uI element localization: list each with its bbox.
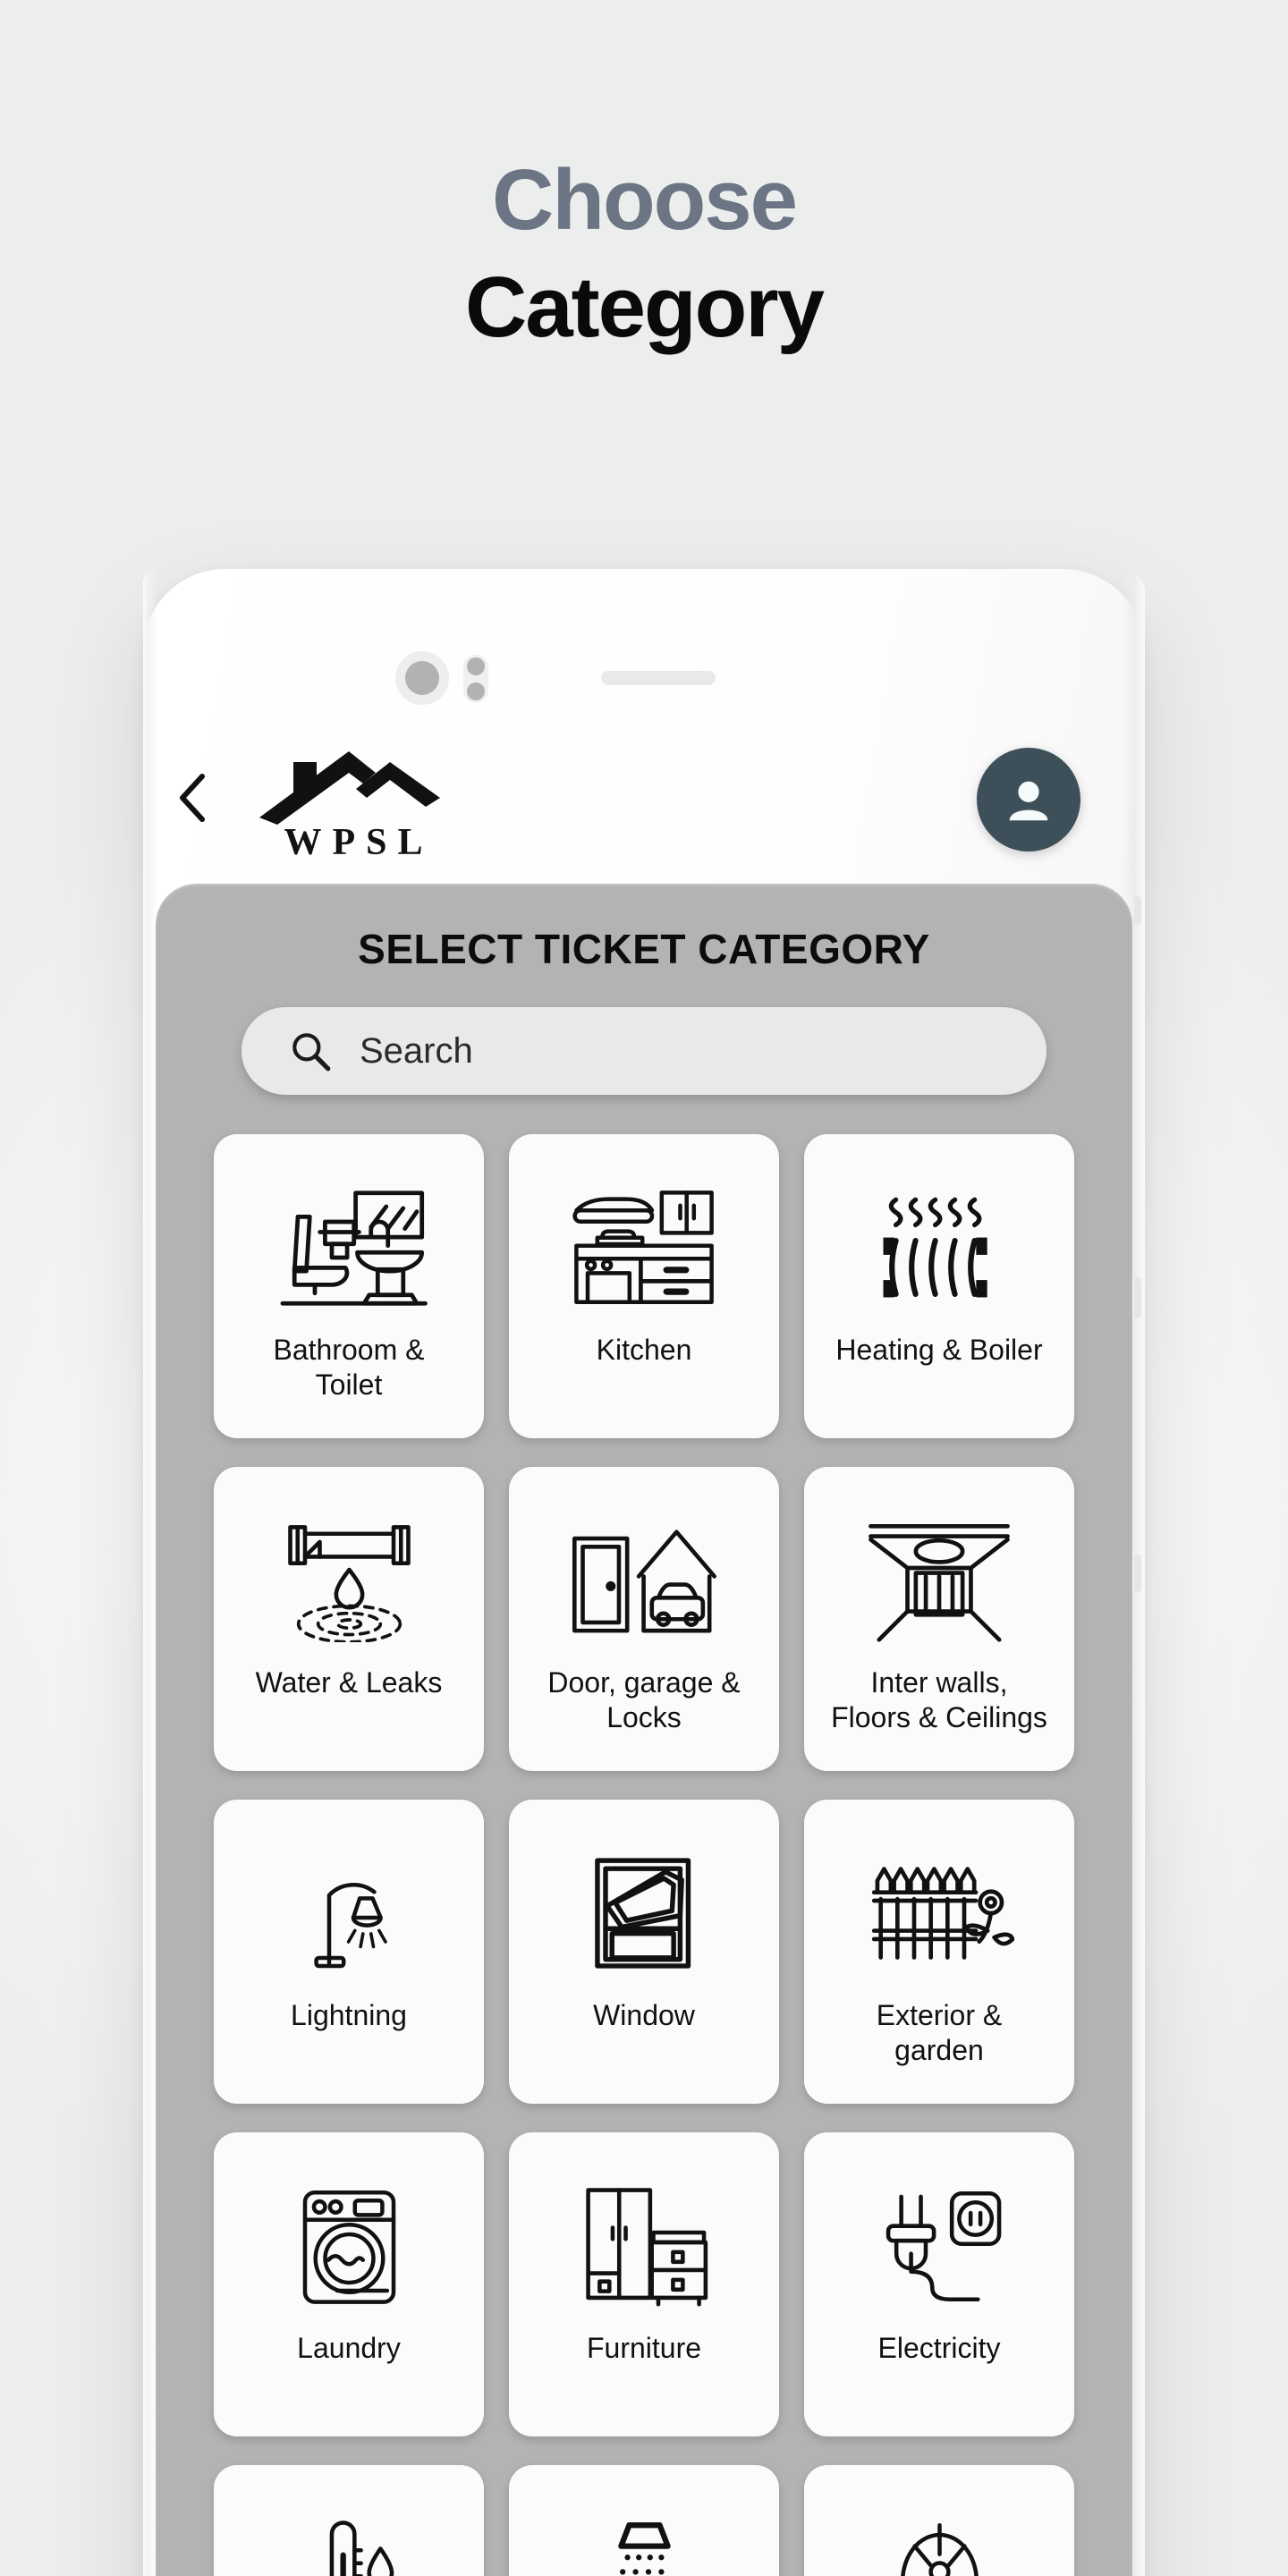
toilet-sink-mirror-icon [264,1168,434,1327]
pest-insect-icon [879,2499,1000,2576]
category-card-bathroom-toilet[interactable]: Bathroom & Toilet [214,1134,484,1438]
radiator-heat-icon [872,1168,1006,1327]
brand-name: WPSL [284,822,434,863]
leaking-pipe-icon [275,1501,423,1660]
profile-avatar-button[interactable] [977,748,1080,852]
promo-heading-line1: Choose [491,152,798,248]
category-label: Water & Leaks [255,1666,443,1699]
category-label: Bathroom & Toilet [273,1334,425,1402]
plug-socket-icon [870,2166,1009,2326]
chevron-left-icon [180,774,205,822]
person-icon [1009,781,1048,821]
category-card-exterior-garden[interactable]: Exterior & garden [804,1800,1074,2104]
category-label: Laundry [297,2332,401,2364]
garden-fence-flower-icon [864,1834,1014,1993]
kitchen-cabinet-stove-icon [564,1168,724,1327]
category-card-door-garage-locks[interactable]: Door, garage & Locks [509,1467,779,1771]
category-label: Kitchen [596,1334,692,1366]
category-card-electricity[interactable]: Electricity [804,2132,1074,2436]
search-placeholder: Search [360,1030,473,1071]
phone-mockup: WPSL SELECT TICKET CATEGORY Search Bathr… [143,569,1145,2576]
proximity-sensor-icon [463,655,488,703]
sensor-dot-top [467,657,485,675]
search-input[interactable]: Search [242,1007,1046,1095]
category-card-shower[interactable] [509,2465,779,2576]
wardrobe-drawers-icon [575,2166,714,2326]
thermometer-humidity-icon [296,2499,402,2576]
category-card-furniture[interactable]: Furniture [509,2132,779,2436]
door-garage-car-icon [566,1501,723,1660]
category-card-laundry[interactable]: Laundry [214,2132,484,2436]
category-label: Lightning [291,1999,407,2031]
category-card-kitchen[interactable]: Kitchen [509,1134,779,1438]
category-card-window[interactable]: Window [509,1800,779,2104]
category-card-inter-walls-floors-ceilings[interactable]: Inter walls, Floors & Ceilings [804,1467,1074,1771]
phone-side-button-volume-down[interactable] [1134,1555,1141,1592]
shower-sprinkler-icon [584,2499,705,2576]
phone-side-button-volume-up[interactable] [1134,1277,1141,1318]
category-label: Heating & Boiler [835,1334,1043,1366]
promo-heading: Choose Category [0,152,1288,355]
category-card-heating-boiler[interactable]: Heating & Boiler [804,1134,1074,1438]
category-label: Inter walls, Floors & Ceilings [831,1666,1047,1734]
category-label: Furniture [586,2332,702,2364]
promo-heading-line2: Category [464,258,825,355]
interior-walls-ceiling-icon [864,1501,1014,1660]
phone-side-button-silent[interactable] [1134,896,1141,925]
panel-title: SELECT TICKET CATEGORY [358,926,930,972]
category-grid: Bathroom & Toilet Kitchen Heating & Boil… [214,1134,1074,2576]
floor-lamp-icon [289,1834,410,1993]
category-label: Electricity [877,2332,1001,2364]
brand-logo: WPSL [242,742,465,864]
category-card-lightning[interactable]: Lightning [214,1800,484,2104]
phone-top-hardware [143,651,1145,714]
category-card-humidity[interactable] [214,2465,484,2576]
app-header: WPSL [143,733,1145,884]
search-icon [292,1033,331,1072]
earpiece-speaker-icon [601,671,716,685]
category-card-pest-control[interactable] [804,2465,1074,2576]
category-label: Door, garage & Locks [547,1666,741,1734]
category-label: Exterior & garden [876,1999,1003,2067]
washing-machine-icon [289,2166,410,2326]
sensor-dot-bottom [467,682,485,700]
category-label: Window [593,1999,695,2031]
category-card-water-leaks[interactable]: Water & Leaks [214,1467,484,1771]
camera-lens-icon [395,651,449,705]
window-icon [580,1834,709,1993]
back-button[interactable] [174,771,213,825]
category-panel: SELECT TICKET CATEGORY Search Bathroom &… [156,884,1132,2576]
house-roof-logo-icon [259,751,440,825]
